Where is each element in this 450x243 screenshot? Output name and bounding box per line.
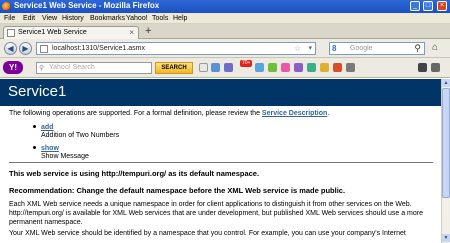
menu-view[interactable]: View [42,15,57,22]
menu-history[interactable]: History [62,15,84,22]
menu-bookmarks[interactable]: Bookmarks [90,15,125,22]
search-input[interactable]: Google [350,45,373,52]
search-icon[interactable]: ⚲ [414,43,421,54]
operation-item: show Show Message [33,145,89,160]
intro-text: The following operations are supported. … [9,110,329,117]
bullet-icon [33,146,36,149]
operation-item: add Addition of Two Numbers [33,124,120,139]
page-favicon-icon [7,29,15,37]
scroll-up-icon[interactable]: ▲ [442,79,450,87]
mail-count-badge: 70+ [240,60,253,67]
service-header: Service1 [0,79,441,106]
shopping-icon[interactable] [333,63,342,72]
flickr-icon[interactable] [281,63,290,72]
new-tab-button[interactable]: + [145,26,151,37]
tab-close-icon[interactable]: × [129,28,134,37]
tab-strip: Service1 Web Service × [0,24,450,39]
recommendation-text: Recommendation: Change the default names… [9,186,346,195]
yahoo-search-button[interactable]: SEARCH [155,62,193,74]
mail-icon[interactable] [224,63,233,72]
games-icon[interactable] [268,63,277,72]
url-text: localhost:1310/Service1.asmx [52,45,145,52]
url-bar[interactable]: localhost:1310/Service1.asmx ☆ ▾ [36,42,316,55]
firefox-icon [2,2,11,11]
operation-description: Show Message [41,153,89,160]
operation-description: Addition of Two Numbers [41,132,120,139]
namespace-paragraph-2: Your XML Web service should be identifie… [9,230,406,237]
namespace-paragraph: Each XML Web service needs a unique name… [9,201,423,226]
tab-label: Service1 Web Service [18,29,87,36]
operation-link-add[interactable]: add [41,124,119,131]
yahoo-search-input[interactable]: ⚲ Yahoo! Search [36,62,152,74]
yahoo-search-icon: ⚲ [39,65,45,72]
search-engine-icon[interactable]: 8 [332,44,336,53]
operation-link-show[interactable]: show [41,145,89,152]
menu-help[interactable]: Help [173,15,187,22]
toolbar-settings-icon[interactable] [418,63,427,72]
intro-label: The following operations are supported. … [9,110,262,117]
url-dropdown-icon[interactable]: ▾ [308,44,312,52]
site-identity-icon[interactable] [40,45,48,53]
maximize-button[interactable]: □ [423,1,433,11]
menu-edit[interactable]: Edit [23,15,35,22]
divider [9,162,433,163]
add-icon[interactable] [211,63,220,72]
vertical-scrollbar[interactable]: ▲ ▼ [441,79,450,243]
back-button[interactable]: ◀ [4,42,17,55]
page-content: Service1 The following operations are su… [0,79,441,243]
home-icon[interactable]: ⌂ [432,42,438,53]
yahoo-search-placeholder: Yahoo! Search [49,64,95,71]
weather-icon[interactable] [320,63,329,72]
intro-end: . [327,110,330,117]
finance-icon[interactable] [307,63,316,72]
window-titlebar: Service1 Web Service - Mozilla Firefox _… [0,0,450,13]
service-description-link[interactable]: Service Description [262,110,327,117]
yahoo-toolbar: Y! ⚲ Yahoo! Search SEARCH 70+ [0,58,450,78]
scroll-down-icon[interactable]: ▼ [442,234,450,242]
namespace-notice: This web service is using http://tempuri… [9,169,260,178]
menu-yahoo[interactable]: Yahoo! [126,15,148,22]
menu-file[interactable]: File [4,15,15,22]
close-window-button[interactable]: × [437,1,447,11]
page-title: Service1 [8,83,67,100]
bullet-icon [33,125,36,128]
toolbar-options-icon[interactable] [199,63,208,72]
navigation-bar: ◀ ▶ localhost:1310/Service1.asmx ☆ ▾ 8 G… [0,39,450,58]
messenger-icon[interactable] [255,63,264,72]
window-title: Service1 Web Service - Mozilla Firefox [14,1,160,10]
bookmarks-icon[interactable] [346,63,355,72]
toolbar-menu-icon[interactable] [431,63,440,72]
news-icon[interactable] [294,63,303,72]
yahoo-logo[interactable]: Y! [3,61,23,74]
forward-button[interactable]: ▶ [19,42,32,55]
scroll-thumb[interactable] [442,88,450,198]
menu-tools[interactable]: Tools [152,15,168,22]
minimize-button[interactable]: _ [410,1,420,11]
bookmark-star-icon[interactable]: ☆ [294,44,301,53]
tab-service1[interactable]: Service1 Web Service × [3,26,139,39]
menu-bar: File Edit View History Bookmarks Yahoo! … [0,13,450,24]
search-box[interactable]: 8 Google ⚲ [329,42,425,55]
